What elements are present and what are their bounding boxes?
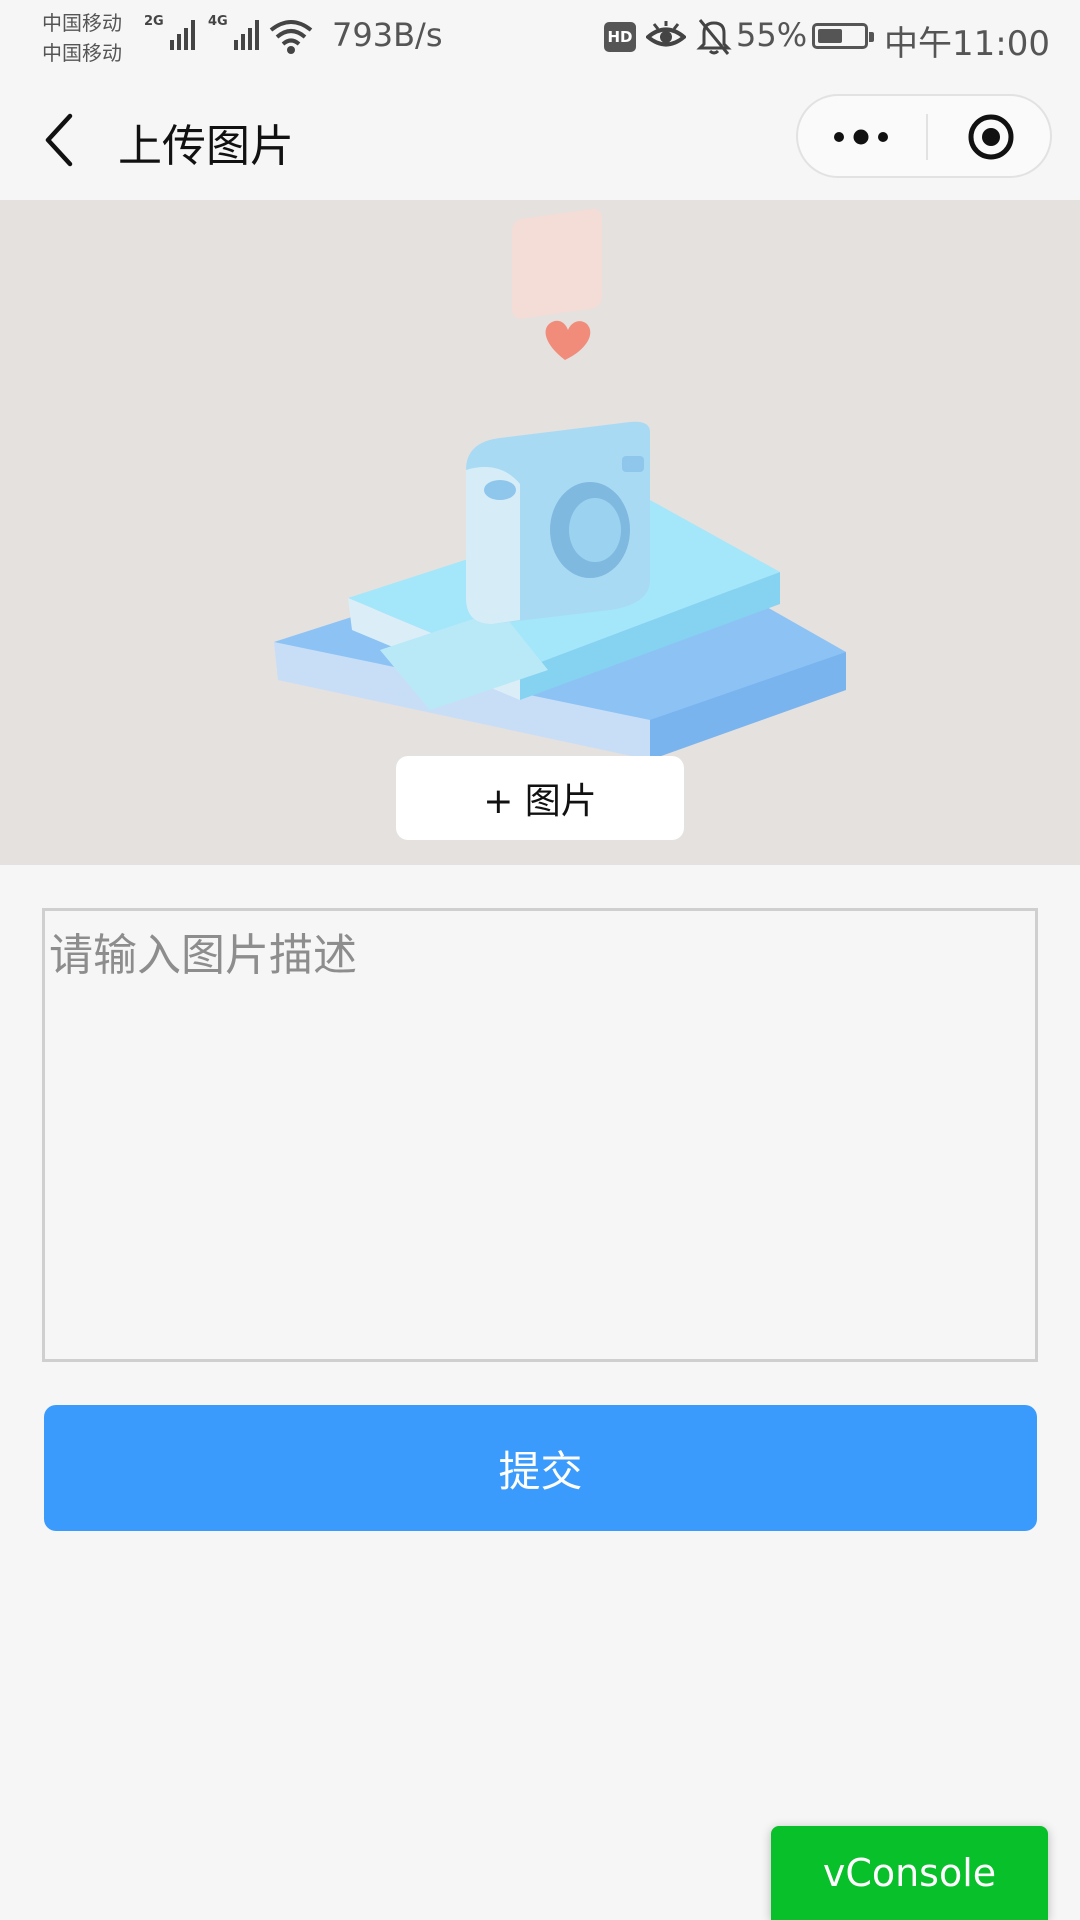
capsule-divider — [926, 114, 928, 160]
battery-icon — [812, 23, 874, 49]
carrier-2: 中国移动 — [42, 41, 122, 65]
image-description-input[interactable] — [42, 908, 1038, 1362]
hd-icon: HD — [604, 22, 636, 52]
carrier-labels: 中国移动 中国移动 — [42, 8, 122, 68]
camera-icon — [466, 421, 650, 624]
more-menu-icon[interactable] — [826, 122, 896, 152]
page-title: 上传图片 — [118, 121, 294, 172]
back-arrow-icon[interactable] — [40, 110, 80, 170]
heart-bubble-icon — [512, 208, 602, 360]
add-image-button[interactable]: + 图片 — [396, 756, 684, 840]
wifi-icon — [269, 20, 313, 54]
battery-percent: 55% — [736, 16, 808, 54]
close-mini-program-icon[interactable] — [966, 112, 1016, 162]
camera-illustration — [274, 208, 846, 760]
signal-2g-icon: 2G — [144, 14, 195, 50]
vconsole-button[interactable]: vConsole — [771, 1826, 1048, 1920]
mini-program-capsule — [796, 94, 1052, 178]
status-time: 中午11:00 — [884, 24, 1050, 64]
image-upload-area[interactable]: + 图片 — [0, 200, 1080, 865]
status-bar: 中国移动 中国移动 2G 4G 793B/s HD 55% 中午11:00 — [0, 0, 1080, 78]
network-speed: 793B/s — [332, 16, 443, 54]
signal-4g-icon: 4G — [208, 14, 259, 50]
nav-bar: 上传图片 — [0, 78, 1080, 200]
submit-button[interactable]: 提交 — [44, 1405, 1037, 1531]
mute-bell-icon — [696, 19, 732, 55]
carrier-1: 中国移动 — [42, 11, 122, 35]
eye-icon — [646, 21, 686, 47]
